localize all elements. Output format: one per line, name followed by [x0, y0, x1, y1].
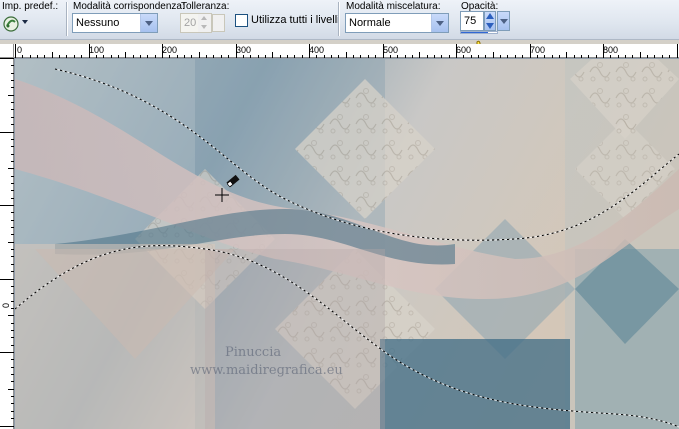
preset-button[interactable]: [2, 14, 28, 34]
tolerance-value: 20: [184, 17, 197, 29]
tolerance-label: Tolleranza:: [181, 1, 230, 12]
blend-mode-value: Normale: [349, 17, 391, 29]
spin-up-icon[interactable]: [198, 14, 211, 23]
opacity-input[interactable]: 75: [460, 11, 484, 31]
vertical-ruler: 0: [0, 58, 14, 429]
ruler-label: 100: [89, 45, 105, 55]
match-mode-value: Nessuno: [76, 17, 120, 29]
chevron-down-icon: [22, 20, 28, 24]
preset-label: Imp. predef.:: [2, 1, 59, 12]
spin-up-icon[interactable]: [486, 13, 494, 19]
ruler-label: 300: [236, 45, 252, 55]
preset-icon: [3, 16, 19, 32]
canvas-artwork: [15, 59, 679, 429]
blend-mode-label: Modalità miscelatura:: [346, 1, 441, 12]
opacity-value: 75: [464, 15, 477, 27]
use-all-layers-checkbox[interactable]: [235, 14, 248, 27]
chevron-down-icon[interactable]: [431, 14, 448, 32]
use-all-layers-label: Utilizza tutti i livelli: [251, 14, 340, 26]
opacity-slider[interactable]: [460, 31, 498, 34]
opacity-slider-fill: [461, 32, 488, 33]
match-mode-select[interactable]: Nessuno: [72, 13, 158, 33]
image-canvas[interactable]: Pinuccia www.maidiregrafica.eu: [15, 59, 679, 429]
ruler-label: 600: [456, 45, 472, 55]
tolerance-input[interactable]: 20: [180, 13, 225, 33]
opacity-dropdown-button[interactable]: [497, 11, 510, 31]
match-mode-label: Modalità corrispondenza:: [73, 1, 185, 12]
svg-text:0: 0: [1, 303, 11, 308]
blend-mode-select[interactable]: Normale: [345, 13, 449, 33]
toolbar-separator: [338, 2, 340, 36]
ruler-corner: [0, 44, 14, 58]
tool-options-bar: Imp. predef.: Modalità corrispondenza: N…: [0, 0, 679, 40]
ruler-label: 400: [309, 45, 325, 55]
opacity-control[interactable]: 75: [460, 11, 510, 31]
tolerance-dropdown-button[interactable]: [212, 14, 225, 32]
opacity-spinner[interactable]: [484, 11, 496, 31]
horizontal-ruler: 0 100 200 300 400 500 600 700 800: [0, 44, 679, 58]
ruler-label: 800: [603, 45, 619, 55]
spin-down-icon[interactable]: [198, 23, 211, 32]
chevron-down-icon[interactable]: [140, 14, 157, 32]
ruler-label: 500: [383, 45, 399, 55]
spin-down-icon[interactable]: [486, 23, 494, 29]
ruler-ticks: 0: [0, 58, 14, 427]
ruler-label: 0: [17, 45, 23, 55]
watermark-url: www.maidiregrafica.eu: [190, 363, 343, 378]
ruler-label: 700: [530, 45, 546, 55]
toolbar-separator: [66, 2, 68, 36]
ruler-label: 200: [162, 45, 178, 55]
watermark-name: Pinuccia: [225, 345, 282, 360]
